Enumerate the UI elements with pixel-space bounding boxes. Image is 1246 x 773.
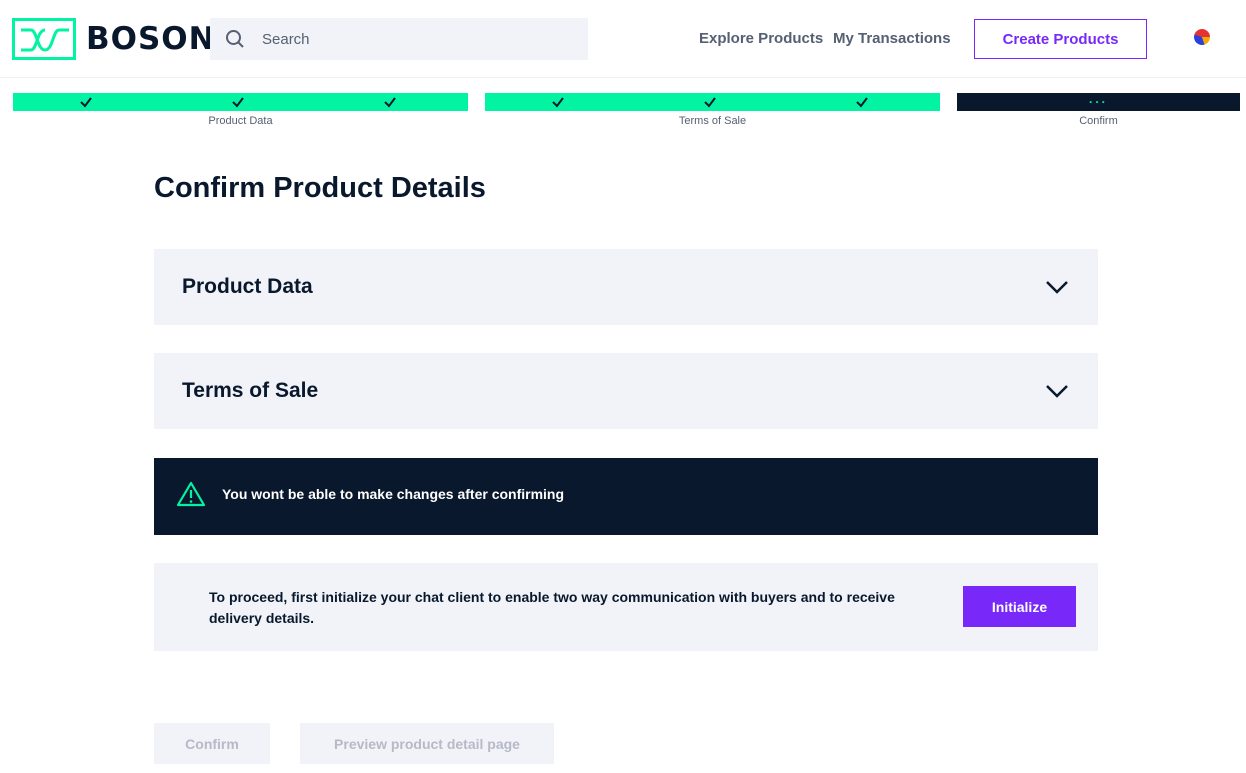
check-icon — [856, 97, 868, 108]
step-progress-terms-of-sale — [485, 93, 940, 111]
search-icon — [210, 18, 260, 60]
warning-banner: You wont be able to make changes after c… — [154, 458, 1098, 535]
warning-text: You wont be able to make changes after c… — [222, 485, 565, 502]
create-products-button[interactable]: Create Products — [974, 19, 1147, 59]
search-bar — [210, 18, 588, 60]
page-title: Confirm Product Details — [154, 172, 486, 204]
logo-wordmark: BOSON — [86, 21, 216, 57]
step-label-product-data[interactable]: Product Data — [13, 115, 468, 127]
boson-logo[interactable]: BOSON — [12, 18, 216, 60]
accordion-terms-of-sale[interactable]: Terms of Sale — [154, 353, 1098, 429]
wallet-avatar-icon[interactable] — [1194, 29, 1210, 45]
top-header: BOSON Explore Products My Transactions C… — [0, 0, 1246, 78]
search-input[interactable] — [262, 30, 562, 48]
chat-init-text: To proceed, first initialize your chat c… — [209, 589, 895, 626]
check-icon — [704, 97, 716, 108]
check-icon — [384, 97, 396, 108]
confirm-button[interactable]: Confirm — [154, 723, 270, 764]
nav-explore-products[interactable]: Explore Products — [699, 30, 823, 47]
initialize-button[interactable]: Initialize — [963, 586, 1076, 627]
warning-triangle-icon — [176, 481, 206, 512]
check-icon — [80, 97, 92, 108]
step-label-terms-of-sale[interactable]: Terms of Sale — [485, 115, 940, 127]
step-progress-product-data — [13, 93, 468, 111]
accordion-title: Terms of Sale — [182, 379, 319, 402]
check-icon — [552, 97, 564, 108]
boson-logo-icon — [12, 18, 76, 60]
chat-init-notice: To proceed, first initialize your chat c… — [154, 563, 1098, 651]
accordion-product-data[interactable]: Product Data — [154, 249, 1098, 325]
check-icon — [232, 97, 244, 108]
nav-my-transactions[interactable]: My Transactions — [833, 30, 951, 47]
accordion-title: Product Data — [182, 275, 313, 298]
in-progress-dots-icon: ... — [1088, 92, 1108, 106]
preview-product-button[interactable]: Preview product detail page — [300, 723, 554, 764]
chevron-down-icon[interactable] — [1044, 378, 1070, 404]
step-label-confirm: Confirm — [1079, 115, 1118, 127]
chevron-down-icon[interactable] — [1044, 274, 1070, 300]
step-progress-confirm: ... — [957, 92, 1240, 111]
